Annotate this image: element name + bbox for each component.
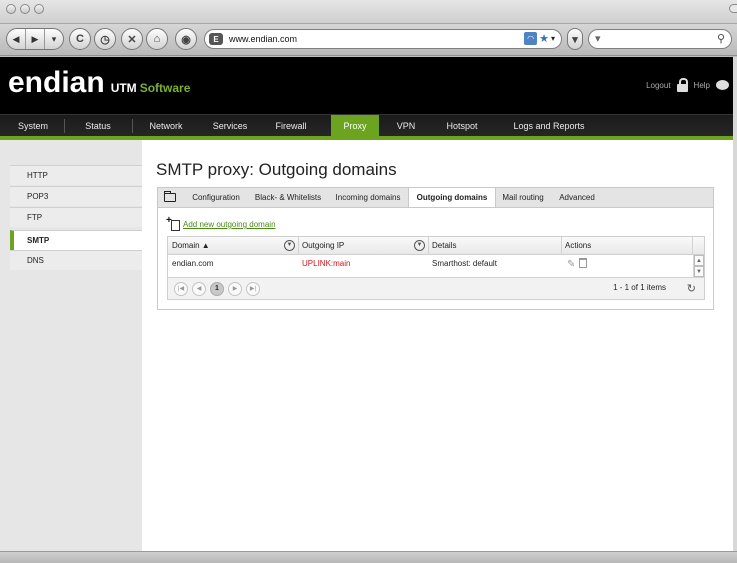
sidebar-item-smtp[interactable]: SMTP xyxy=(10,230,142,250)
column-header-actions: Actions xyxy=(565,241,592,250)
history-icon[interactable]: ◷ xyxy=(94,28,116,50)
tab-black-whitelists[interactable]: Black- & Whitelists xyxy=(248,188,328,208)
add-new-outgoing-domain-link[interactable]: Add new outgoing domain xyxy=(183,220,276,229)
edit-pencil-icon[interactable]: ✎ xyxy=(567,259,575,270)
search-engine-menu-button[interactable]: ▾ xyxy=(567,28,583,50)
back-forward-buttons: ◀ ▶ ▾ xyxy=(6,28,64,50)
menu-divider xyxy=(64,119,65,133)
column-header-details[interactable]: Details xyxy=(428,237,558,255)
home-button[interactable]: ⌂ xyxy=(146,28,168,50)
history-menu-button[interactable]: ▾ xyxy=(44,29,63,49)
brand-utm: UTM xyxy=(110,81,137,95)
menu-item-status[interactable]: Status xyxy=(78,115,118,137)
brand-software: Software xyxy=(139,81,191,95)
add-document-icon[interactable] xyxy=(166,215,180,231)
menu-item-vpn[interactable]: VPN xyxy=(389,115,423,137)
grid-scrollbar[interactable]: ▲ ▼ xyxy=(693,255,704,279)
search-icon[interactable]: ⚲ xyxy=(717,32,725,45)
folder-icon xyxy=(164,191,176,202)
tab-outgoing-domains[interactable]: Outgoing domains xyxy=(408,188,496,209)
tab-configuration[interactable]: Configuration xyxy=(184,188,248,208)
stop-button[interactable]: ✕ xyxy=(121,28,143,50)
lock-icon[interactable] xyxy=(676,78,688,92)
menu-item-logs-and-reports[interactable]: Logs and Reports xyxy=(505,115,593,137)
outgoing-domains-panel: Add new outgoing domain Domain ▲ ▼ Outgo… xyxy=(157,207,714,310)
last-page-icon[interactable]: ▶| xyxy=(246,282,260,296)
column-header-domain[interactable]: Domain ▲ xyxy=(168,237,278,255)
domains-grid: Domain ▲ ▼ Outgoing IP ▼ Details Actions… xyxy=(167,236,705,300)
logout-link[interactable]: Logout xyxy=(646,81,670,90)
menu-item-hotspot[interactable]: Hotspot xyxy=(439,115,485,137)
refresh-icon[interactable]: ↻ xyxy=(687,282,696,295)
sidebar-item-http[interactable]: HTTP xyxy=(10,165,142,185)
browser-status-bar xyxy=(0,551,737,563)
search-input[interactable]: ▾ ⚲ xyxy=(588,29,732,49)
column-divider xyxy=(692,237,693,255)
previous-page-icon[interactable]: ◀ xyxy=(192,282,206,296)
brand-name: endian xyxy=(8,66,105,99)
sidebar: HTTP POP3 FTP SMTP DNS xyxy=(0,140,142,551)
sidebar-item-dns[interactable]: DNS xyxy=(10,250,142,270)
next-page-icon[interactable]: ▶ xyxy=(228,282,242,296)
toolbar-toggle-button[interactable] xyxy=(729,4,737,13)
chevron-down-icon[interactable]: ▾ xyxy=(551,32,555,45)
tab-mail-routing[interactable]: Mail routing xyxy=(496,188,550,208)
first-page-icon[interactable]: |◀ xyxy=(174,282,188,296)
minimize-window-button[interactable] xyxy=(20,4,30,14)
cell-details: Smarthost: default xyxy=(432,259,497,268)
menu-item-system[interactable]: System xyxy=(10,115,56,137)
header-links: Logout Help xyxy=(646,78,729,92)
browser-toolbar: ◀ ▶ ▾ C ◷ ✕ ⌂ ◉ E www.endian.com ◠ ★ ▾ ▾… xyxy=(0,24,737,56)
app-header: endian UTM Software Logout Help xyxy=(0,57,737,114)
tab-incoming-domains[interactable]: Incoming domains xyxy=(328,188,408,208)
cell-domain: endian.com xyxy=(172,259,214,268)
scroll-down-icon[interactable]: ▼ xyxy=(694,266,704,277)
add-domain-action: Add new outgoing domain xyxy=(166,215,276,231)
url-bar[interactable]: E www.endian.com ◠ ★ ▾ xyxy=(204,29,562,49)
main-content: SMTP proxy: Outgoing domains Configurati… xyxy=(142,140,733,551)
tab-advanced[interactable]: Advanced xyxy=(550,188,604,208)
close-window-button[interactable] xyxy=(6,4,16,14)
help-link[interactable]: Help xyxy=(694,81,710,90)
grid-header: Domain ▲ ▼ Outgoing IP ▼ Details Actions xyxy=(168,237,704,255)
scroll-up-icon[interactable]: ▲ xyxy=(694,255,704,266)
main-menu: System Status Network Services Firewall … xyxy=(0,114,737,137)
table-row[interactable]: endian.com UPLINK:main Smarthost: defaul… xyxy=(168,255,704,273)
reload-button[interactable]: C xyxy=(69,28,91,50)
browser-titlebar xyxy=(0,0,737,24)
sidebar-item-pop3[interactable]: POP3 xyxy=(10,186,142,206)
menu-item-proxy[interactable]: Proxy xyxy=(331,115,379,137)
forward-button[interactable]: ▶ xyxy=(25,29,44,49)
menu-item-network[interactable]: Network xyxy=(141,115,191,137)
search-engine-icon: ▾ xyxy=(595,33,601,45)
zoom-window-button[interactable] xyxy=(34,4,44,14)
page-number-button[interactable]: 1 xyxy=(210,282,224,296)
menu-item-services[interactable]: Services xyxy=(206,115,254,137)
filter-icon[interactable]: ▼ xyxy=(284,240,295,251)
sidebar-item-ftp[interactable]: FTP xyxy=(10,207,142,227)
menu-divider xyxy=(132,119,133,133)
back-button[interactable]: ◀ xyxy=(7,29,25,49)
cell-outgoing-ip: UPLINK:main xyxy=(302,259,351,268)
window-scrollbar[interactable] xyxy=(733,57,737,551)
grid-pager: |◀ ◀ 1 ▶ ▶| 1 - 1 of 1 items ↻ xyxy=(168,277,704,299)
url-text: www.endian.com xyxy=(229,34,298,44)
bookmark-star-icon[interactable]: ★ xyxy=(539,32,549,45)
site-identity-icon[interactable]: ◉ xyxy=(175,28,197,50)
filter-icon[interactable]: ▼ xyxy=(414,240,425,251)
column-header-outgoing-ip[interactable]: Outgoing IP xyxy=(298,237,408,255)
speech-bubble-icon[interactable] xyxy=(716,80,729,90)
trash-icon[interactable] xyxy=(579,258,587,268)
tab-bar: Configuration Black- & Whitelists Incomi… xyxy=(157,187,714,209)
menu-item-firewall[interactable]: Firewall xyxy=(268,115,314,137)
favicon-icon: E xyxy=(209,33,223,45)
brand-logo: endian UTM Software xyxy=(8,68,190,98)
pager-status: 1 - 1 of 1 items xyxy=(613,283,666,292)
rss-icon[interactable]: ◠ xyxy=(524,32,538,45)
page-title: SMTP proxy: Outgoing domains xyxy=(156,160,397,179)
